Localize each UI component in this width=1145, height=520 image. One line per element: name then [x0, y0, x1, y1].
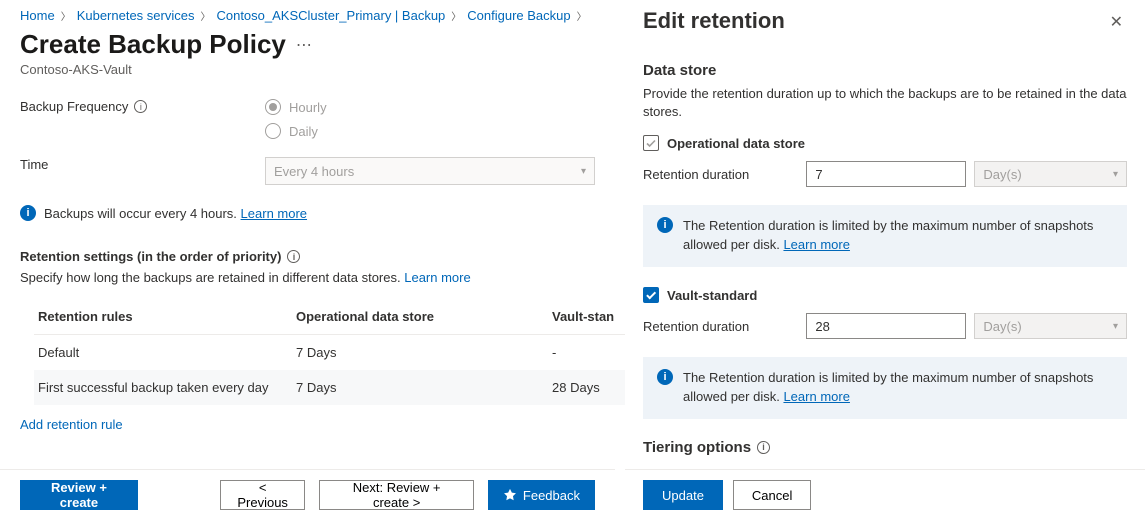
frequency-hourly-radio[interactable]: Hourly [265, 99, 327, 115]
operational-data-store-label: Operational data store [667, 136, 805, 151]
chevron-down-icon: ▾ [1113, 169, 1118, 180]
callout-text: The Retention duration is limited by the… [683, 218, 1093, 252]
panel-title: Edit retention [643, 8, 785, 34]
retention-settings-heading: Retention settings (in the order of prio… [20, 249, 281, 264]
more-actions-button[interactable]: ⋯ [296, 35, 314, 55]
vault-retention-input[interactable] [806, 313, 966, 339]
next-button[interactable]: Next: Review + create > [319, 480, 474, 510]
cell-ods: 7 Days [292, 370, 548, 405]
cell-rule: Default [34, 335, 292, 370]
tiering-options-heading: Tiering options [643, 439, 751, 456]
vault-standard-label: Vault-standard [667, 288, 757, 303]
info-icon[interactable]: i [757, 441, 770, 454]
cancel-button[interactable]: Cancel [733, 480, 811, 510]
breadcrumb-home[interactable]: Home [20, 8, 55, 23]
cell-rule: First successful backup taken every day [34, 370, 292, 405]
add-retention-rule-link[interactable]: Add retention rule [20, 417, 123, 432]
edit-retention-panel: Edit retention ✕ Data store Provide the … [625, 0, 1145, 520]
feedback-button[interactable]: Feedback [488, 480, 595, 510]
retention-settings-desc: Specify how long the backups are retaine… [20, 270, 401, 285]
ods-unit-value: Day(s) [983, 167, 1021, 182]
backup-frequency-label: Backup Frequency [20, 99, 128, 114]
feedback-label: Feedback [523, 488, 580, 503]
callout-learn-more-link[interactable]: Learn more [783, 237, 849, 252]
vault-retention-callout: i The Retention duration is limited by t… [643, 357, 1127, 419]
frequency-info-text: Backups will occur every 4 hours. [44, 206, 237, 221]
frequency-hourly-label: Hourly [289, 100, 327, 115]
info-icon: i [20, 205, 36, 221]
info-icon: i [657, 217, 673, 233]
wizard-footer: Review + create < Previous Next: Review … [0, 469, 615, 520]
breadcrumb-kubernetes-services[interactable]: Kubernetes services [77, 8, 195, 23]
vault-unit-select[interactable]: Day(s) ▾ [974, 313, 1127, 339]
panel-footer: Update Cancel [625, 469, 1145, 520]
chevron-right-icon: 〉 [61, 8, 71, 23]
ods-retention-label: Retention duration [643, 167, 798, 182]
breadcrumb-configure-backup[interactable]: Configure Backup [467, 8, 570, 23]
info-icon[interactable]: i [287, 250, 300, 263]
review-create-button[interactable]: Review + create [20, 480, 138, 510]
vault-standard-checkbox[interactable] [643, 287, 659, 303]
col-retention-rules: Retention rules [34, 299, 292, 334]
frequency-daily-radio[interactable]: Daily [265, 123, 327, 139]
time-label: Time [20, 157, 48, 172]
info-icon[interactable]: i [134, 100, 147, 113]
retention-learn-more-link[interactable]: Learn more [404, 270, 470, 285]
vault-retention-label: Retention duration [643, 319, 798, 334]
data-store-heading: Data store [643, 62, 1127, 79]
chevron-down-icon: ▾ [581, 166, 586, 177]
breadcrumb-cluster-backup[interactable]: Contoso_AKSCluster_Primary | Backup [216, 8, 445, 23]
vault-unit-value: Day(s) [983, 319, 1021, 334]
person-feedback-icon [503, 488, 517, 502]
data-store-desc: Provide the retention duration up to whi… [643, 85, 1127, 121]
ods-unit-select[interactable]: Day(s) ▾ [974, 161, 1127, 187]
ods-retention-callout: i The Retention duration is limited by t… [643, 205, 1127, 267]
chevron-right-icon: 〉 [200, 8, 210, 23]
callout-text: The Retention duration is limited by the… [683, 370, 1093, 404]
callout-learn-more-link[interactable]: Learn more [783, 389, 849, 404]
info-icon: i [657, 369, 673, 385]
time-select[interactable]: Every 4 hours ▾ [265, 157, 595, 185]
operational-data-store-checkbox[interactable] [643, 135, 659, 151]
ods-retention-input[interactable] [806, 161, 966, 187]
previous-button[interactable]: < Previous [220, 480, 305, 510]
update-button[interactable]: Update [643, 480, 723, 510]
cell-ods: 7 Days [292, 335, 548, 370]
time-select-value: Every 4 hours [274, 164, 354, 179]
frequency-daily-label: Daily [289, 124, 318, 139]
col-operational-data-store: Operational data store [292, 299, 548, 334]
frequency-learn-more-link[interactable]: Learn more [241, 206, 307, 221]
close-icon[interactable]: ✕ [1106, 8, 1127, 36]
chevron-right-icon: 〉 [451, 8, 461, 23]
page-title: Create Backup Policy [20, 29, 286, 60]
chevron-down-icon: ▾ [1113, 321, 1118, 332]
chevron-right-icon: 〉 [577, 8, 587, 23]
check-icon [646, 139, 656, 148]
